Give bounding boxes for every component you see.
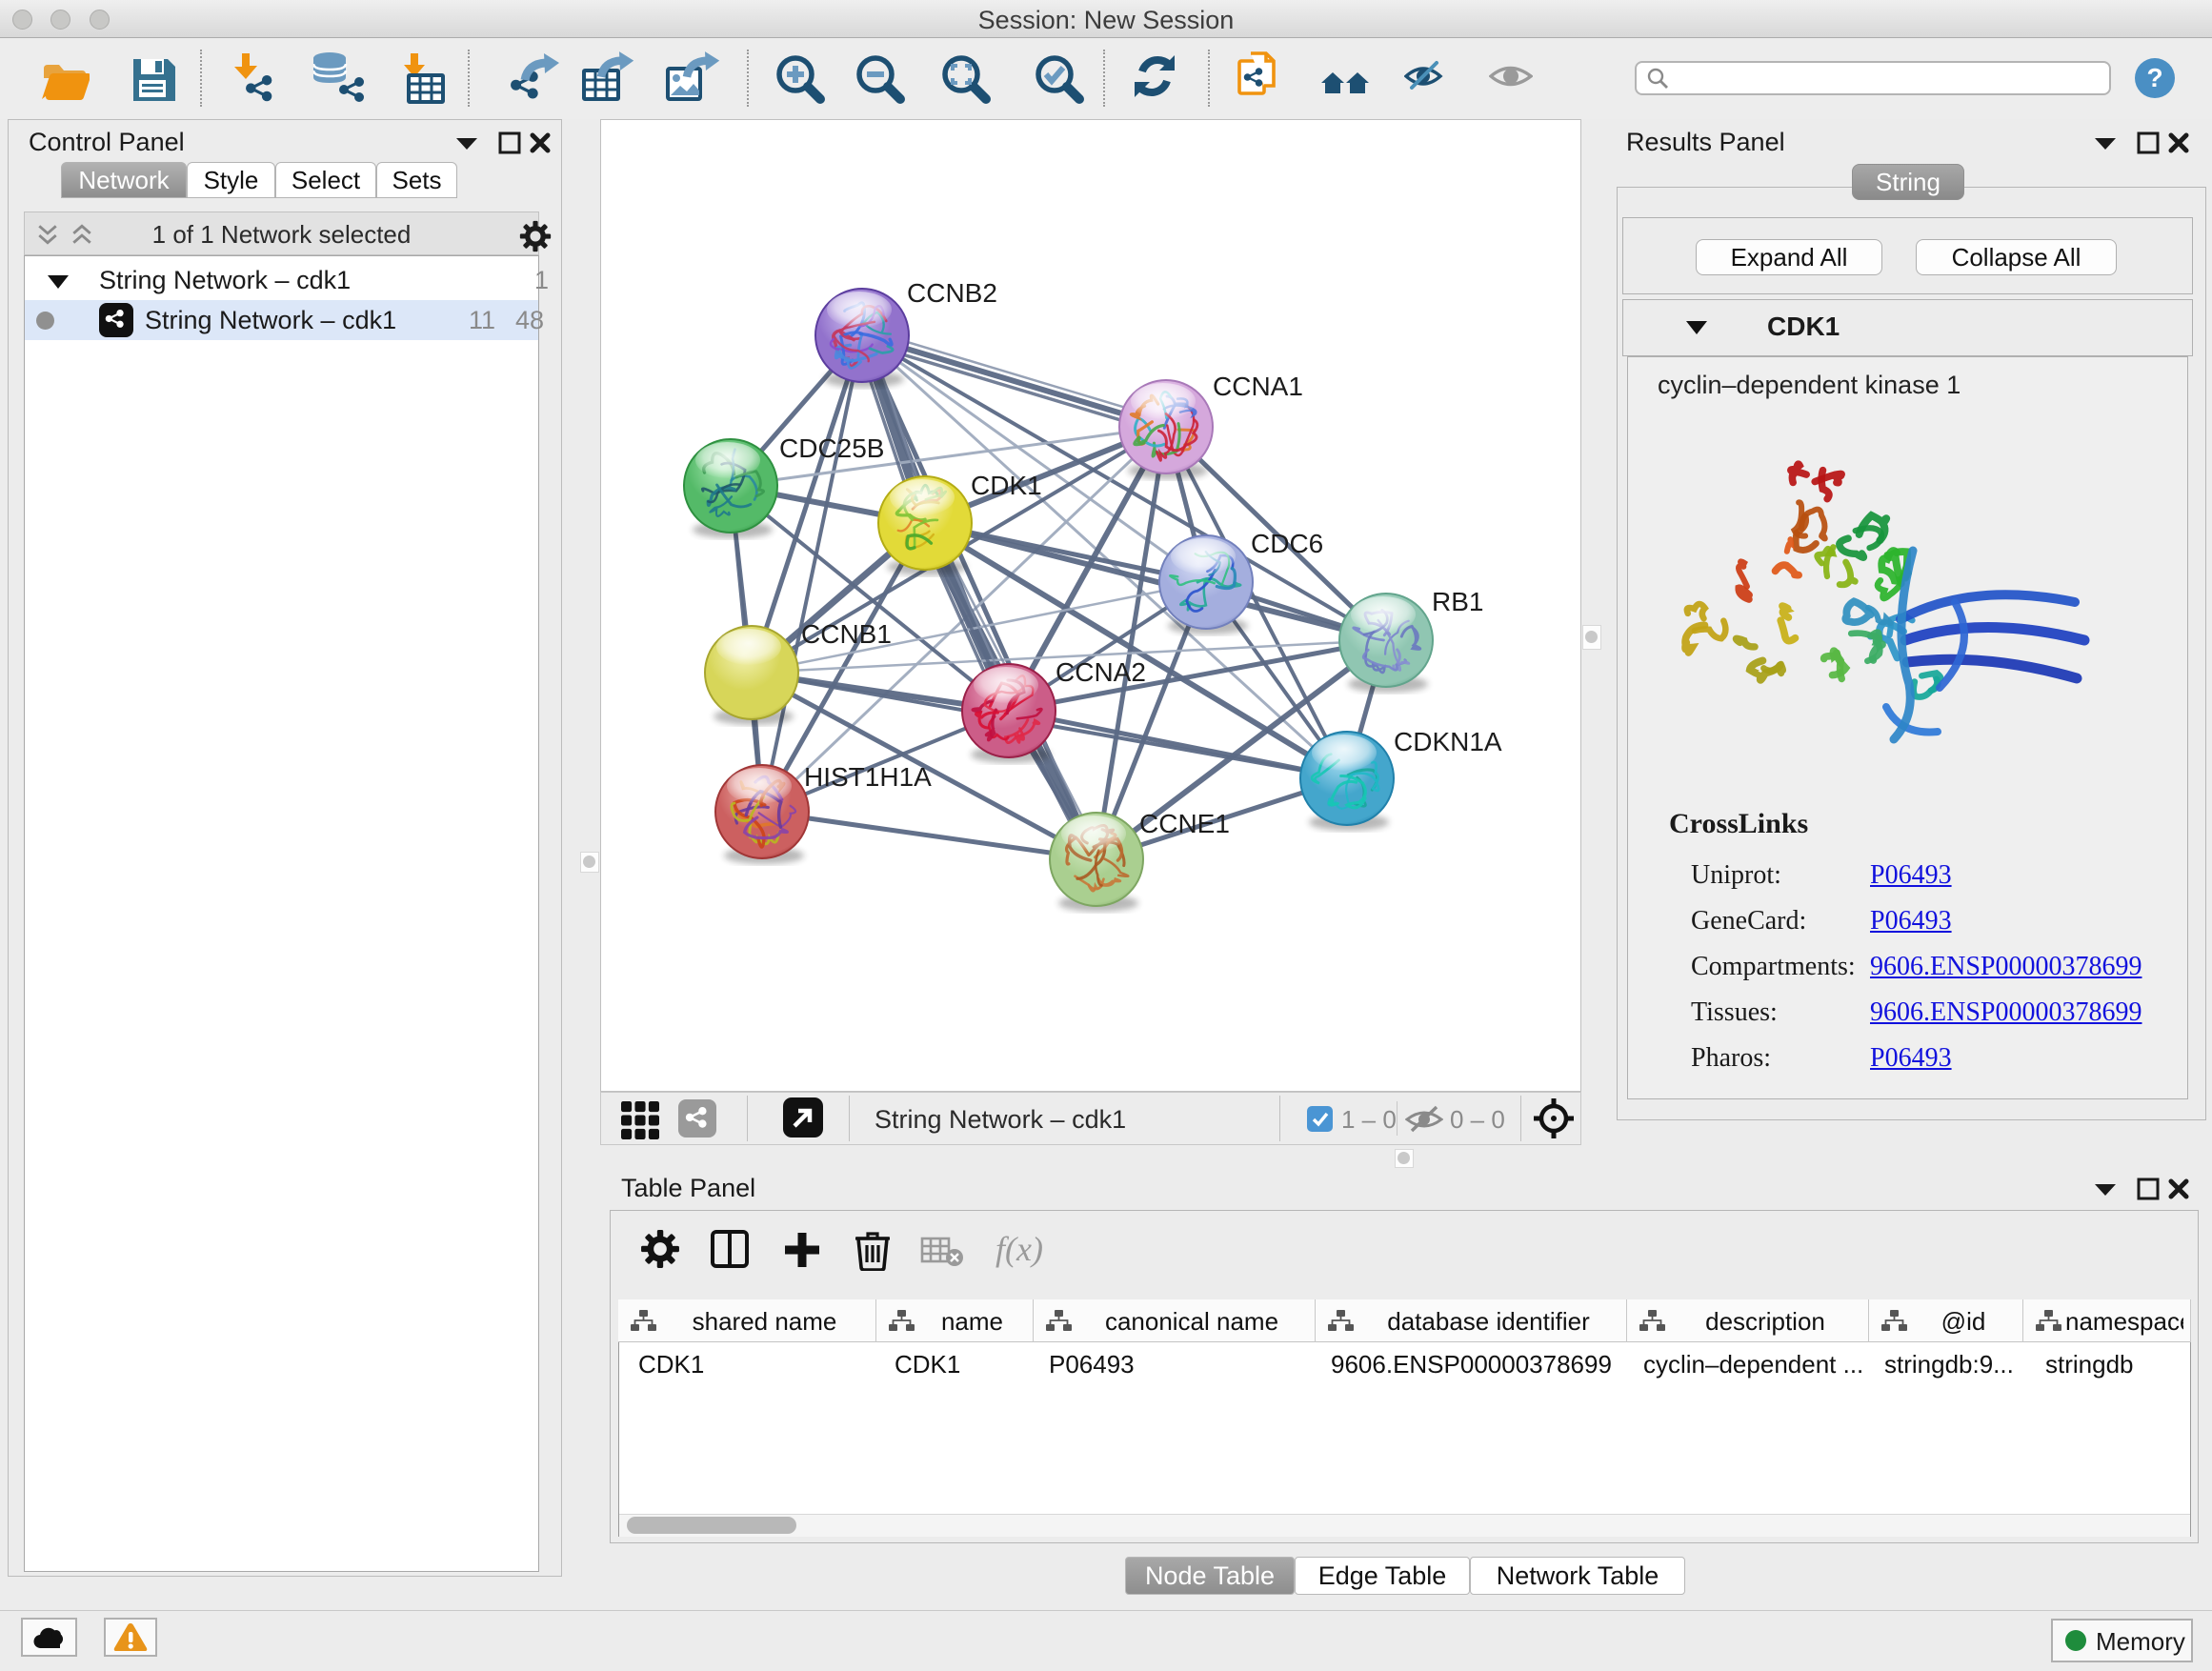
svg-text:CCNB2: CCNB2: [907, 278, 997, 308]
svg-text:CCNB1: CCNB1: [801, 619, 892, 649]
svg-text:HIST1H1A: HIST1H1A: [804, 762, 932, 792]
svg-text:CDK1: CDK1: [971, 471, 1042, 500]
svg-text:CDKN1A: CDKN1A: [1394, 727, 1502, 756]
svg-text:CCNA1: CCNA1: [1213, 372, 1303, 401]
svg-text:CDC25B: CDC25B: [779, 433, 884, 463]
svg-text:CCNE1: CCNE1: [1139, 809, 1230, 838]
svg-text:CDC6: CDC6: [1251, 529, 1323, 558]
svg-text:CCNA2: CCNA2: [1056, 657, 1146, 687]
svg-text:RB1: RB1: [1432, 587, 1483, 616]
